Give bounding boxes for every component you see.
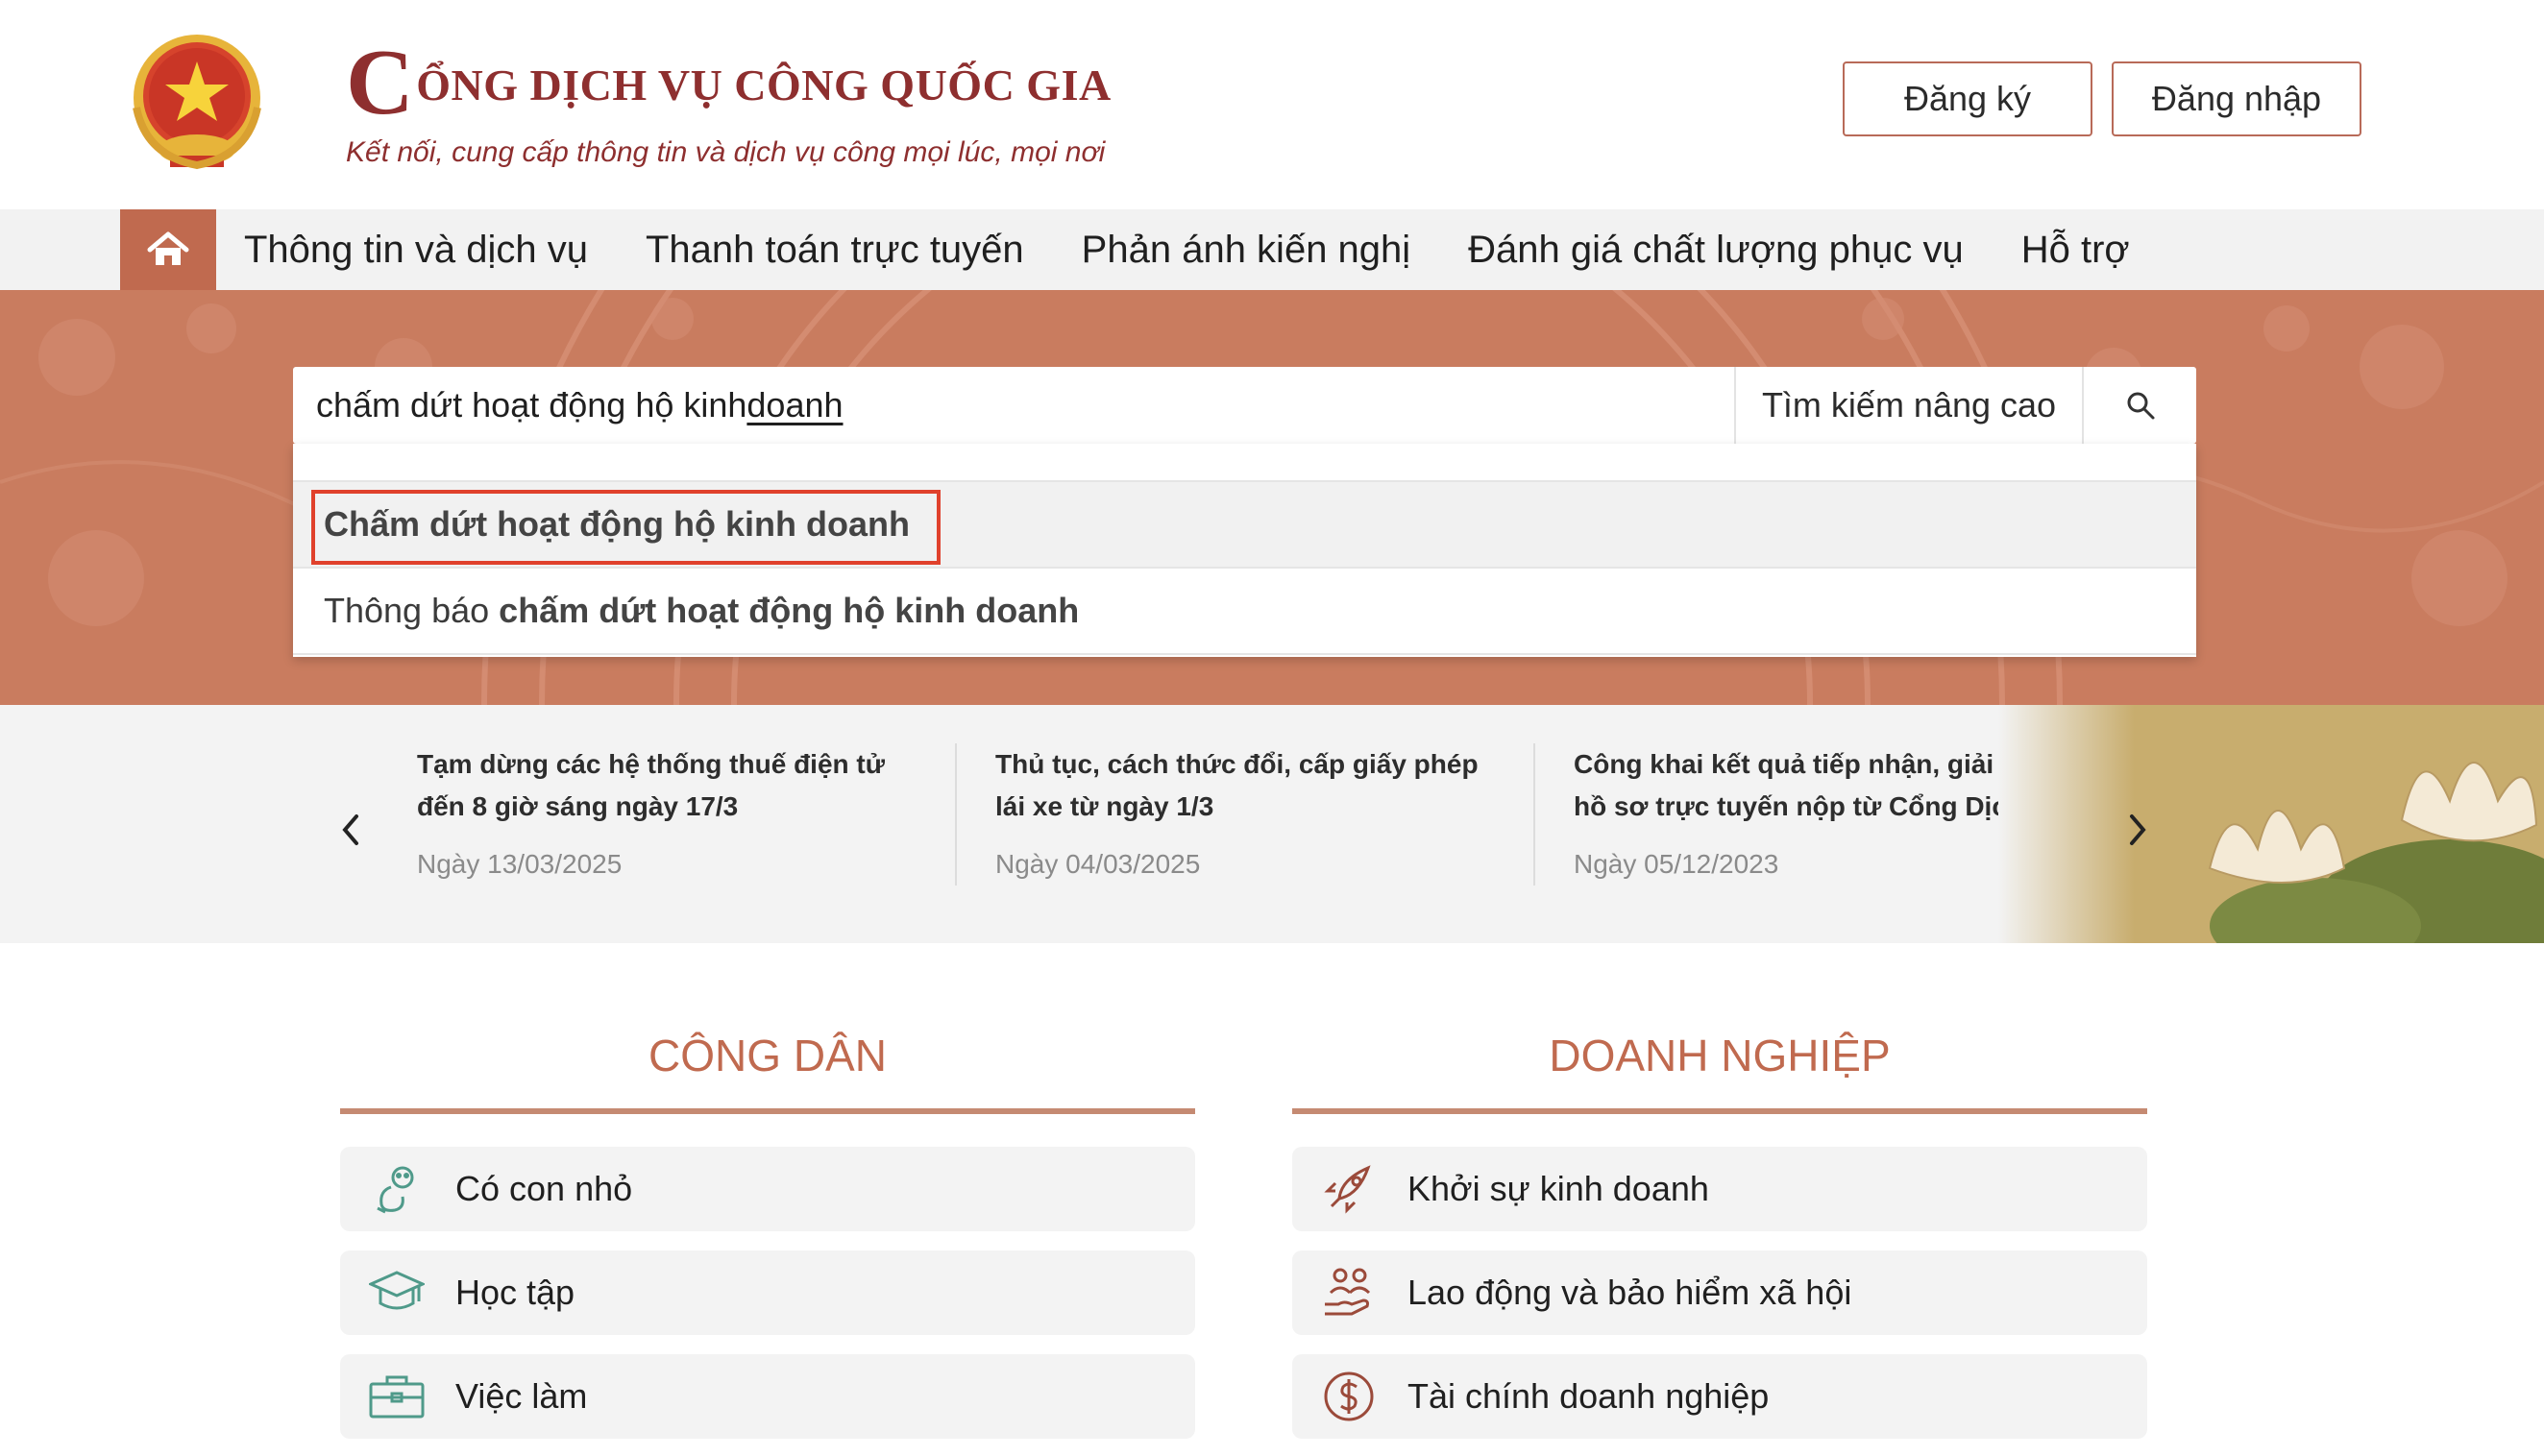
baby-icon — [363, 1155, 430, 1223]
site-slogan: Kết nối, cung cấp thông tin và dịch vụ c… — [346, 136, 1106, 168]
business-item-start-business[interactable]: Khởi sự kinh doanh — [1292, 1147, 2147, 1231]
nav-home-button[interactable] — [120, 209, 216, 290]
citizen-item-education[interactable]: Học tập — [340, 1250, 1195, 1335]
citizen-item-young-children[interactable]: Có con nhỏ — [340, 1147, 1195, 1231]
nav-item-support[interactable]: Hỗ trợ — [2021, 229, 2130, 272]
suggestion-match: chấm dứt hoạt động hộ kinh doanh — [499, 591, 1080, 630]
search-input-text: chấm dứt hoạt động hộ kinh — [316, 385, 747, 425]
news-date: Ngày 13/03/2025 — [417, 849, 623, 879]
people-hand-icon — [1315, 1259, 1382, 1326]
rocket-icon — [1315, 1155, 1382, 1223]
nav-item-feedback[interactable]: Phản ánh kiến nghị — [1082, 229, 1411, 272]
register-button[interactable]: Đăng ký — [1843, 61, 2092, 136]
site-title[interactable]: CỔNG DỊCH VỤ CÔNG QUỐC GIA — [346, 29, 1112, 136]
search-bar: chấm dứt hoạt động hộ kinh doanh Tìm kiế… — [293, 367, 2196, 444]
card-label: Học tập — [455, 1273, 575, 1312]
search-suggestions: Chấm dứt hoạt động hộ kinh doanh Thông b… — [293, 444, 2196, 657]
nav-item-info-services[interactable]: Thông tin và dịch vụ — [244, 229, 588, 272]
business-section-title[interactable]: DOANH NGHIỆP — [1292, 1030, 2147, 1081]
search-button[interactable] — [2082, 367, 2196, 444]
nav-item-service-rating[interactable]: Đánh giá chất lượng phục vụ — [1468, 229, 1964, 272]
card-label: Lao động và bảo hiểm xã hội — [1407, 1273, 1852, 1312]
site-title-rest: ỔNG DỊCH VỤ CÔNG QUỐC GIA — [416, 61, 1112, 109]
suggestion-item[interactable]: Thông báo chấm dứt hoạt động hộ kinh doa… — [293, 569, 2196, 655]
advanced-search-button[interactable]: Tìm kiếm nâng cao — [1734, 367, 2082, 444]
chevron-left-icon — [342, 814, 358, 845]
chevron-right-icon — [2130, 814, 2146, 845]
news-date: Ngày 04/03/2025 — [995, 849, 1201, 879]
briefcase-icon — [363, 1363, 430, 1430]
home-icon — [147, 231, 189, 265]
login-button[interactable]: Đăng nhập — [2112, 61, 2361, 136]
citizen-item-employment[interactable]: Việc làm — [340, 1354, 1195, 1439]
graduation-cap-icon — [363, 1259, 430, 1326]
search-input-text-underlined: doanh — [746, 385, 844, 425]
site-title-initial: C — [346, 31, 415, 134]
business-item-finance[interactable]: Tài chính doanh nghiệp — [1292, 1354, 2147, 1439]
citizen-section-title[interactable]: CÔNG DÂN — [340, 1030, 1195, 1081]
news-carousel: Tạm dừng các hệ thống thuế điện tử đến 8… — [0, 705, 2544, 943]
nav-items: Thông tin và dịch vụ Thanh toán trực tuy… — [244, 209, 2188, 290]
news-title[interactable]: Thủ tục, cách thức đổi, cấp giấy phép lá… — [995, 743, 1514, 828]
news-prev-button[interactable] — [327, 801, 375, 859]
news-item[interactable]: Thủ tục, cách thức đổi, cấp giấy phép lá… — [995, 743, 1514, 880]
news-next-button[interactable] — [2114, 801, 2162, 859]
news-title[interactable]: Tạm dừng các hệ thống thuế điện tử đến 8… — [417, 743, 936, 828]
search-input[interactable]: chấm dứt hoạt động hộ kinh doanh — [293, 367, 1734, 444]
search-icon — [2127, 392, 2154, 420]
nav-item-online-payment[interactable]: Thanh toán trực tuyến — [646, 229, 1024, 272]
card-label: Khởi sự kinh doanh — [1407, 1169, 1709, 1208]
card-label: Có con nhỏ — [455, 1169, 633, 1208]
dollar-coin-icon — [1315, 1363, 1382, 1430]
suggestion-item[interactable]: Chấm dứt hoạt động hộ kinh doanh — [293, 482, 2196, 569]
national-emblem-icon[interactable] — [117, 21, 277, 181]
card-label: Việc làm — [455, 1376, 588, 1416]
lotus-illustration — [1998, 705, 2544, 943]
business-item-labor-insurance[interactable]: Lao động và bảo hiểm xã hội — [1292, 1250, 2147, 1335]
main-nav: Thông tin và dịch vụ Thanh toán trực tuy… — [0, 209, 2544, 290]
suggestion-match: Chấm dứt hoạt động hộ kinh doanh — [324, 504, 910, 544]
news-item[interactable]: Tạm dừng các hệ thống thuế điện tử đến 8… — [417, 743, 936, 880]
card-label: Tài chính doanh nghiệp — [1407, 1376, 1770, 1416]
suggestion-prefix: Thông báo — [324, 591, 490, 630]
site-header: CỔNG DỊCH VỤ CÔNG QUỐC GIA Kết nối, cung… — [0, 0, 2544, 209]
